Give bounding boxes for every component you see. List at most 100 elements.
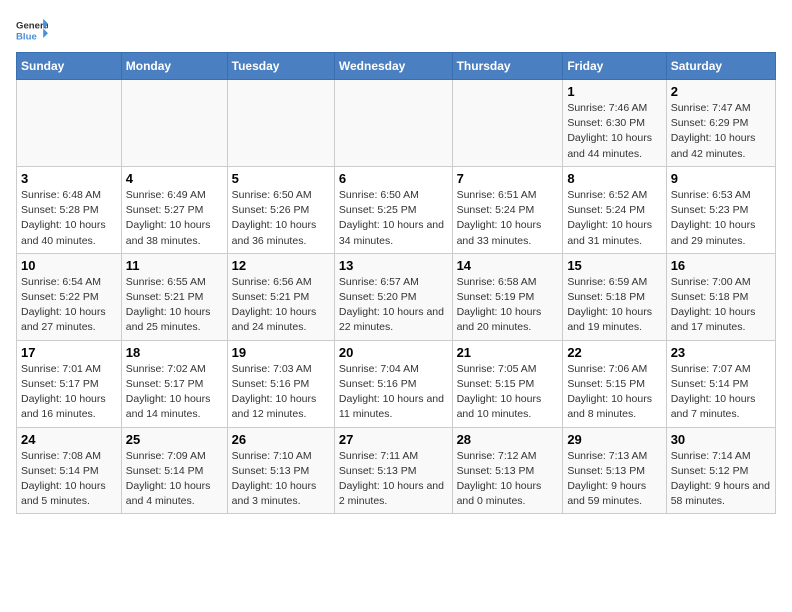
calendar-cell: 24 Sunrise: 7:08 AM Sunset: 5:14 PM Dayli…: [17, 427, 122, 514]
calendar-cell: [452, 80, 563, 167]
week-row-1: 1 Sunrise: 7:46 AM Sunset: 6:30 PM Daylig…: [17, 80, 776, 167]
calendar-cell: 21Sunrise: 7:05 AM Sunset: 5:15 PM Dayli…: [452, 340, 563, 427]
day-info: Sunrise: 7:00 AM Sunset: 5:18 PM Dayligh…: [671, 275, 771, 336]
svg-text:Blue: Blue: [16, 32, 37, 43]
calendar-cell: 12Sunrise: 6:56 AM Sunset: 5:21 PM Dayli…: [227, 253, 334, 340]
day-number: 26: [232, 432, 330, 447]
calendar-cell: 17Sunrise: 7:01 AM Sunset: 5:17 PM Dayli…: [17, 340, 122, 427]
day-number: 28: [457, 432, 559, 447]
calendar-cell: 16 Sunrise: 7:00 AM Sunset: 5:18 PM Dayli…: [666, 253, 775, 340]
calendar-cell: [17, 80, 122, 167]
calendar-cell: 9 Sunrise: 6:53 AM Sunset: 5:23 PM Daylig…: [666, 166, 775, 253]
calendar-cell: 25Sunrise: 7:09 AM Sunset: 5:14 PM Dayli…: [121, 427, 227, 514]
calendar-cell: 1 Sunrise: 7:46 AM Sunset: 6:30 PM Daylig…: [563, 80, 666, 167]
calendar-cell: 8 Sunrise: 6:52 AM Sunset: 5:24 PM Daylig…: [563, 166, 666, 253]
day-info: Sunrise: 7:13 AM Sunset: 5:13 PM Dayligh…: [567, 449, 661, 510]
calendar-cell: 13Sunrise: 6:57 AM Sunset: 5:20 PM Dayli…: [334, 253, 452, 340]
day-number: 6: [339, 171, 448, 186]
day-number: 7: [457, 171, 559, 186]
day-number: 19: [232, 345, 330, 360]
calendar-cell: 15Sunrise: 6:59 AM Sunset: 5:18 PM Dayli…: [563, 253, 666, 340]
calendar-cell: 20 Sunrise: 7:04 AM Sunset: 5:16 PM Dayli…: [334, 340, 452, 427]
weekday-header-monday: Monday: [121, 53, 227, 80]
header: General Blue: [16, 16, 776, 44]
day-info: Sunrise: 6:53 AM Sunset: 5:23 PM Dayligh…: [671, 188, 771, 249]
day-number: 2: [671, 84, 771, 99]
calendar-cell: 23 Sunrise: 7:07 AM Sunset: 5:14 PM Dayli…: [666, 340, 775, 427]
day-number: 29: [567, 432, 661, 447]
day-info: Sunrise: 6:49 AM Sunset: 5:27 PM Dayligh…: [126, 188, 223, 249]
calendar-cell: 5Sunrise: 6:50 AM Sunset: 5:26 PM Daylig…: [227, 166, 334, 253]
calendar-cell: 27 Sunrise: 7:11 AM Sunset: 5:13 PM Dayli…: [334, 427, 452, 514]
calendar-cell: [334, 80, 452, 167]
day-info: Sunrise: 6:50 AM Sunset: 5:26 PM Dayligh…: [232, 188, 330, 249]
day-info: Sunrise: 7:03 AM Sunset: 5:16 PM Dayligh…: [232, 362, 330, 423]
day-info: Sunrise: 7:06 AM Sunset: 5:15 PM Dayligh…: [567, 362, 661, 423]
calendar-cell: 7 Sunrise: 6:51 AM Sunset: 5:24 PM Daylig…: [452, 166, 563, 253]
day-info: Sunrise: 6:57 AM Sunset: 5:20 PM Dayligh…: [339, 275, 448, 336]
weekday-header-row: SundayMondayTuesdayWednesdayThursdayFrid…: [17, 53, 776, 80]
day-number: 23: [671, 345, 771, 360]
week-row-4: 17Sunrise: 7:01 AM Sunset: 5:17 PM Dayli…: [17, 340, 776, 427]
day-number: 11: [126, 258, 223, 273]
day-number: 14: [457, 258, 559, 273]
calendar-table: SundayMondayTuesdayWednesdayThursdayFrid…: [16, 52, 776, 514]
day-number: 1: [567, 84, 661, 99]
calendar-cell: 29 Sunrise: 7:13 AM Sunset: 5:13 PM Dayli…: [563, 427, 666, 514]
day-info: Sunrise: 7:14 AM Sunset: 5:12 PM Dayligh…: [671, 449, 771, 510]
calendar-cell: 2 Sunrise: 7:47 AM Sunset: 6:29 PM Daylig…: [666, 80, 775, 167]
calendar-cell: 22 Sunrise: 7:06 AM Sunset: 5:15 PM Dayli…: [563, 340, 666, 427]
day-info: Sunrise: 7:10 AM Sunset: 5:13 PM Dayligh…: [232, 449, 330, 510]
calendar-cell: 30 Sunrise: 7:14 AM Sunset: 5:12 PM Dayli…: [666, 427, 775, 514]
day-number: 4: [126, 171, 223, 186]
day-info: Sunrise: 7:47 AM Sunset: 6:29 PM Dayligh…: [671, 101, 771, 162]
day-info: Sunrise: 7:11 AM Sunset: 5:13 PM Dayligh…: [339, 449, 448, 510]
day-info: Sunrise: 6:50 AM Sunset: 5:25 PM Dayligh…: [339, 188, 448, 249]
day-number: 12: [232, 258, 330, 273]
calendar-cell: 10 Sunrise: 6:54 AM Sunset: 5:22 PM Dayli…: [17, 253, 122, 340]
day-info: Sunrise: 6:52 AM Sunset: 5:24 PM Dayligh…: [567, 188, 661, 249]
day-number: 20: [339, 345, 448, 360]
day-number: 8: [567, 171, 661, 186]
calendar-cell: 14 Sunrise: 6:58 AM Sunset: 5:19 PM Dayli…: [452, 253, 563, 340]
day-info: Sunrise: 6:58 AM Sunset: 5:19 PM Dayligh…: [457, 275, 559, 336]
week-row-5: 24 Sunrise: 7:08 AM Sunset: 5:14 PM Dayli…: [17, 427, 776, 514]
weekday-header-sunday: Sunday: [17, 53, 122, 80]
calendar-cell: 4 Sunrise: 6:49 AM Sunset: 5:27 PM Daylig…: [121, 166, 227, 253]
day-number: 27: [339, 432, 448, 447]
calendar-cell: [121, 80, 227, 167]
day-info: Sunrise: 7:12 AM Sunset: 5:13 PM Dayligh…: [457, 449, 559, 510]
day-number: 9: [671, 171, 771, 186]
weekday-header-wednesday: Wednesday: [334, 53, 452, 80]
day-number: 24: [21, 432, 117, 447]
day-number: 21: [457, 345, 559, 360]
day-number: 10: [21, 258, 117, 273]
day-number: 30: [671, 432, 771, 447]
weekday-header-saturday: Saturday: [666, 53, 775, 80]
week-row-2: 3Sunrise: 6:48 AM Sunset: 5:28 PM Daylig…: [17, 166, 776, 253]
day-info: Sunrise: 7:07 AM Sunset: 5:14 PM Dayligh…: [671, 362, 771, 423]
calendar-cell: [227, 80, 334, 167]
calendar-cell: 6 Sunrise: 6:50 AM Sunset: 5:25 PM Daylig…: [334, 166, 452, 253]
day-number: 16: [671, 258, 771, 273]
day-info: Sunrise: 7:04 AM Sunset: 5:16 PM Dayligh…: [339, 362, 448, 423]
day-info: Sunrise: 7:46 AM Sunset: 6:30 PM Dayligh…: [567, 101, 661, 162]
calendar-cell: 28 Sunrise: 7:12 AM Sunset: 5:13 PM Dayli…: [452, 427, 563, 514]
day-info: Sunrise: 6:54 AM Sunset: 5:22 PM Dayligh…: [21, 275, 117, 336]
day-number: 15: [567, 258, 661, 273]
logo: General Blue: [16, 16, 48, 44]
calendar-cell: 3Sunrise: 6:48 AM Sunset: 5:28 PM Daylig…: [17, 166, 122, 253]
calendar-cell: 11 Sunrise: 6:55 AM Sunset: 5:21 PM Dayli…: [121, 253, 227, 340]
day-info: Sunrise: 6:55 AM Sunset: 5:21 PM Dayligh…: [126, 275, 223, 336]
weekday-header-tuesday: Tuesday: [227, 53, 334, 80]
day-info: Sunrise: 6:48 AM Sunset: 5:28 PM Dayligh…: [21, 188, 117, 249]
day-info: Sunrise: 7:08 AM Sunset: 5:14 PM Dayligh…: [21, 449, 117, 510]
calendar-cell: 18Sunrise: 7:02 AM Sunset: 5:17 PM Dayli…: [121, 340, 227, 427]
logo-icon: General Blue: [16, 16, 48, 44]
day-info: Sunrise: 6:51 AM Sunset: 5:24 PM Dayligh…: [457, 188, 559, 249]
day-number: 22: [567, 345, 661, 360]
calendar-cell: 26 Sunrise: 7:10 AM Sunset: 5:13 PM Dayli…: [227, 427, 334, 514]
weekday-header-thursday: Thursday: [452, 53, 563, 80]
week-row-3: 10 Sunrise: 6:54 AM Sunset: 5:22 PM Dayli…: [17, 253, 776, 340]
calendar-cell: 19 Sunrise: 7:03 AM Sunset: 5:16 PM Dayli…: [227, 340, 334, 427]
